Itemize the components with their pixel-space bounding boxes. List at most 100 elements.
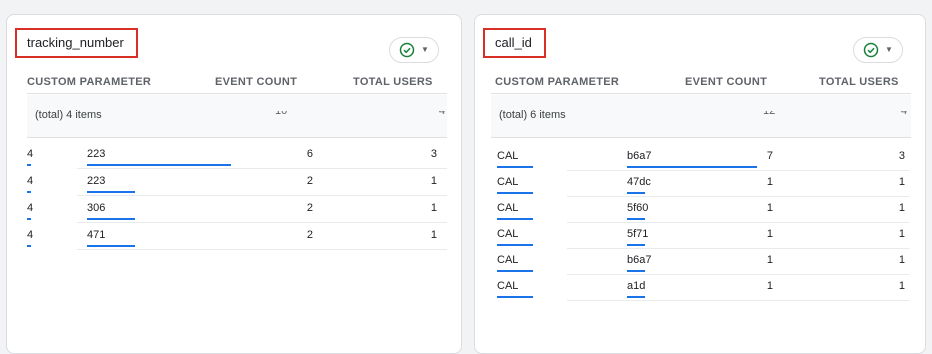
prefix-underline [27,191,31,193]
event-share-bar [87,191,135,193]
row-divider [77,168,447,169]
summary-row: (total) 6 items 12 4 [491,95,911,138]
total-users-cell: 1 [898,202,905,214]
table-row[interactable]: CAL b6a7 1 1 [497,249,909,275]
total-users-cell: 1 [430,229,437,241]
event-share-bar [627,270,645,272]
event-count-cell: 2 [306,175,313,187]
total-users-cell: 3 [898,150,905,162]
table-row[interactable]: 4 223 2 1 [27,170,447,196]
table-row[interactable]: 4 223 6 3 [27,143,447,169]
column-header-custom-parameter: CUSTOM PARAMETER [27,76,152,88]
param-value-suffix: 5f71 [627,228,649,240]
total-users-cell: 1 [898,254,905,266]
event-count-cell: 1 [766,202,773,214]
event-share-bar [87,164,231,166]
param-value-prefix: CAL [497,228,519,240]
param-value-suffix: 223 [87,175,106,187]
param-value-suffix: 5f60 [627,202,649,214]
event-share-bar [627,166,757,168]
table-row[interactable]: CAL 5f60 1 1 [497,197,909,223]
param-value-prefix: 4 [27,148,34,160]
summary-total-users: 4 [439,111,445,116]
param-value-prefix: 4 [27,175,34,187]
total-users-cell: 1 [898,228,905,240]
param-value-prefix: CAL [497,150,519,162]
column-header-total-users[interactable]: TOTAL USERS [819,76,899,88]
event-share-bar [627,218,645,220]
param-value-suffix: 471 [87,229,106,241]
row-divider [567,300,909,301]
param-value-prefix: CAL [497,254,519,266]
summary-total-users: 4 [901,111,907,116]
column-header-event-count[interactable]: EVENT COUNT [685,76,767,88]
event-share-bar [87,218,135,220]
event-count-cell: 7 [766,150,773,162]
summary-event-count: 12 [763,111,775,116]
summary-event-count: 10 [275,111,287,116]
event-count-cell: 1 [766,228,773,240]
prefix-underline [27,218,31,220]
check-circle-icon [399,42,415,58]
param-value-suffix: b6a7 [627,150,652,162]
parameter-card-tracking-number: tracking_number ▼ CUSTOM PARAMETER EVENT… [6,14,462,354]
prefix-underline [497,218,533,220]
prefix-underline [497,270,533,272]
table-row[interactable]: CAL a1d 1 1 [497,275,909,301]
prefix-underline [27,245,31,247]
summary-label: (total) 4 items [35,109,102,121]
parameter-card-call-id: call_id ▼ CUSTOM PARAMETER EVENT COUNT T… [474,14,926,354]
event-count-cell: 1 [766,254,773,266]
param-name-highlight: call_id [483,28,546,58]
check-circle-icon [863,42,879,58]
prefix-underline [27,164,31,166]
status-dropdown-button[interactable]: ▼ [853,37,903,63]
param-value-prefix: CAL [497,202,519,214]
event-count-cell: 1 [766,176,773,188]
column-header-total-users[interactable]: TOTAL USERS [353,76,433,88]
caret-down-icon: ▼ [421,45,429,54]
param-value-suffix: 47dc [627,176,651,188]
table-row[interactable]: 4 306 2 1 [27,197,447,223]
event-share-bar [627,244,645,246]
param-value-prefix: CAL [497,176,519,188]
prefix-underline [497,296,533,298]
total-users-cell: 1 [898,280,905,292]
column-header-event-count[interactable]: EVENT COUNT [215,76,297,88]
summary-row: (total) 4 items 10 4 [27,95,447,138]
param-value-prefix: 4 [27,202,34,214]
event-count-cell: 6 [306,148,313,160]
header-divider [27,93,447,94]
prefix-underline [497,192,533,194]
total-users-cell: 1 [430,175,437,187]
table-row[interactable]: 4 471 2 1 [27,224,447,250]
event-count-cell: 2 [306,202,313,214]
status-dropdown-button[interactable]: ▼ [389,37,439,63]
event-share-bar [87,245,135,247]
param-value-suffix: 306 [87,202,106,214]
event-share-bar [627,192,645,194]
row-divider [77,222,447,223]
prefix-underline [497,244,533,246]
param-name-highlight: tracking_number [15,28,138,58]
param-value-prefix: CAL [497,280,519,292]
table-row[interactable]: CAL b6a7 7 3 [497,145,909,171]
prefix-underline [497,166,533,168]
caret-down-icon: ▼ [885,45,893,54]
row-divider [77,195,447,196]
total-users-cell: 3 [430,148,437,160]
table-row[interactable]: CAL 47dc 1 1 [497,171,909,197]
total-users-cell: 1 [898,176,905,188]
header-divider [491,93,911,94]
param-value-suffix: b6a7 [627,254,652,266]
event-share-bar [627,296,645,298]
row-divider [77,249,447,250]
param-value-suffix: a1d [627,280,646,292]
param-value-prefix: 4 [27,229,34,241]
param-value-suffix: 223 [87,148,106,160]
column-header-custom-parameter: CUSTOM PARAMETER [495,76,620,88]
event-count-cell: 1 [766,280,773,292]
total-users-cell: 1 [430,202,437,214]
event-count-cell: 2 [306,229,313,241]
table-row[interactable]: CAL 5f71 1 1 [497,223,909,249]
